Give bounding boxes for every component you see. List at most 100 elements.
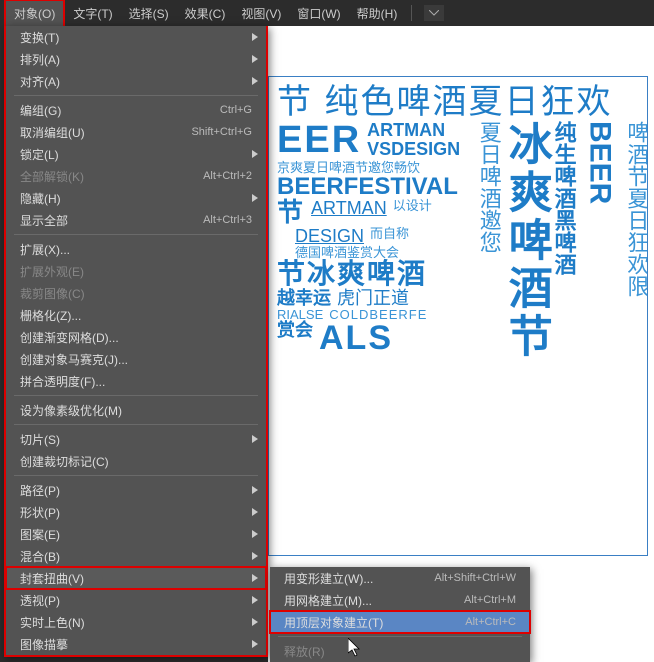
menu-item-label: 显示全部 [20,212,203,229]
menu-item-label: 扩展(X)... [20,241,252,258]
menu-item-label: 隐藏(H) [20,190,252,207]
object-menu-dropdown: 变换(T)排列(A)对齐(A)编组(G)Ctrl+G取消编组(U)Shift+C… [4,26,268,657]
menu-select[interactable]: 选择(S) [121,1,177,26]
menu-item-label: 设为像素级优化(M) [20,402,252,419]
menu-item-label: 路径(P) [20,482,252,499]
menu-item-label: 裁剪图像(C) [20,285,252,302]
menu-item-9[interactable]: 显示全部Alt+Ctrl+3 [6,209,266,231]
menu-item-label: 释放(R) [284,643,516,660]
menu-item-label: 用变形建立(W)... [284,570,434,587]
menu-item-4: 释放(R) [270,640,530,662]
menu-view[interactable]: 视图(V) [233,1,289,26]
menu-item-label: 扩展外观(E) [20,263,252,280]
menu-item-label: 取消编组(U) [20,124,191,141]
submenu-arrow-icon [252,593,258,607]
menu-item-31[interactable]: 图像描摹 [6,633,266,655]
submenu-arrow-icon [252,483,258,497]
menu-item-7: 全部解锁(K)Alt+Ctrl+2 [6,165,266,187]
menu-separator [14,475,258,476]
menu-item-label: 形状(P) [20,504,252,521]
menu-item-16[interactable]: 创建对象马赛克(J)... [6,348,266,370]
envelope-distort-submenu: 用变形建立(W)...Alt+Shift+Ctrl+W用网格建立(M)...Al… [270,567,530,662]
submenu-arrow-icon [252,432,258,446]
menu-item-label: 变换(T) [20,29,252,46]
menu-item-15[interactable]: 创建渐变网格(D)... [6,326,266,348]
artwork-selection[interactable]: 节 纯色啤酒夏日狂欢 EER ARTMAN VSDESIGN 京爽夏日啤酒节邀您… [268,76,648,556]
menubar-separator [411,5,412,21]
menu-item-label: 透视(P) [20,592,252,609]
menu-item-19[interactable]: 设为像素级优化(M) [6,399,266,421]
submenu-arrow-icon [252,191,258,205]
menu-window[interactable]: 窗口(W) [289,1,348,26]
menu-item-label: 图案(E) [20,526,252,543]
submenu-arrow-icon [252,571,258,585]
submenu-arrow-icon [252,637,258,651]
menu-item-26[interactable]: 图案(E) [6,523,266,545]
menu-item-label: 对齐(A) [20,73,252,90]
menu-object[interactable]: 对象(O) [4,0,65,28]
menu-shortcut: Alt+Shift+Ctrl+W [434,572,516,584]
menu-item-25[interactable]: 形状(P) [6,501,266,523]
menu-effect[interactable]: 效果(C) [177,1,234,26]
menu-separator [14,95,258,96]
menu-separator [14,234,258,235]
menu-separator [278,636,522,637]
menu-item-8[interactable]: 隐藏(H) [6,187,266,209]
menu-shortcut: Alt+Ctrl+2 [203,170,252,182]
menu-item-label: 图像描摹 [20,636,252,653]
menu-item-label: 实时上色(N) [20,614,252,631]
submenu-arrow-icon [252,30,258,44]
submenu-arrow-icon [252,74,258,88]
submenu-arrow-icon [252,549,258,563]
menu-item-label: 混合(B) [20,548,252,565]
menu-item-27[interactable]: 混合(B) [6,545,266,567]
menu-item-label: 创建对象马赛克(J)... [20,351,252,368]
menu-item-label: 用网格建立(M)... [284,592,464,609]
menu-item-29[interactable]: 透视(P) [6,589,266,611]
main-menubar: 对象(O) 文字(T) 选择(S) 效果(C) 视图(V) 窗口(W) 帮助(H… [0,0,654,26]
menu-item-24[interactable]: 路径(P) [6,479,266,501]
menu-shortcut: Alt+Ctrl+3 [203,214,252,226]
menu-item-4[interactable]: 编组(G)Ctrl+G [6,99,266,121]
menu-item-1[interactable]: 排列(A) [6,48,266,70]
menu-item-label: 编组(G) [20,102,220,119]
workspace-dropdown[interactable] [424,5,444,21]
menu-item-1[interactable]: 用网格建立(M)...Alt+Ctrl+M [270,589,530,611]
menu-item-label: 全部解锁(K) [20,168,203,185]
menu-item-12: 扩展外观(E) [6,260,266,282]
menu-item-22[interactable]: 创建裁切标记(C) [6,450,266,472]
menu-item-2[interactable]: 对齐(A) [6,70,266,92]
submenu-arrow-icon [252,147,258,161]
submenu-arrow-icon [252,52,258,66]
menu-item-label: 用顶层对象建立(T) [284,614,465,631]
menu-shortcut: Ctrl+G [220,104,252,116]
menu-shortcut: Alt+Ctrl+M [464,594,516,606]
menu-item-28[interactable]: 封套扭曲(V) [6,567,266,589]
menu-item-0[interactable]: 用变形建立(W)...Alt+Shift+Ctrl+W [270,567,530,589]
menu-item-5[interactable]: 取消编组(U)Shift+Ctrl+G [6,121,266,143]
menu-item-label: 排列(A) [20,51,252,68]
menu-item-label: 创建渐变网格(D)... [20,329,252,346]
menu-item-label: 切片(S) [20,431,252,448]
menu-shortcut: Alt+Ctrl+C [465,616,516,628]
menu-item-label: 创建裁切标记(C) [20,453,252,470]
submenu-arrow-icon [252,615,258,629]
menu-item-14[interactable]: 栅格化(Z)... [6,304,266,326]
menu-item-label: 栅格化(Z)... [20,307,252,324]
menu-item-6[interactable]: 锁定(L) [6,143,266,165]
submenu-arrow-icon [252,527,258,541]
menu-item-label: 锁定(L) [20,146,252,163]
menu-type[interactable]: 文字(T) [65,1,120,26]
menu-item-2[interactable]: 用顶层对象建立(T)Alt+Ctrl+C [270,611,530,633]
menu-shortcut: Shift+Ctrl+G [191,126,252,138]
text-artwork: 节 纯色啤酒夏日狂欢 EER ARTMAN VSDESIGN 京爽夏日啤酒节邀您… [269,77,647,555]
menu-item-0[interactable]: 变换(T) [6,26,266,48]
menu-help[interactable]: 帮助(H) [349,1,406,26]
menu-item-label: 封套扭曲(V) [20,570,252,587]
menu-separator [14,395,258,396]
menu-item-13: 裁剪图像(C) [6,282,266,304]
menu-item-30[interactable]: 实时上色(N) [6,611,266,633]
menu-item-11[interactable]: 扩展(X)... [6,238,266,260]
menu-item-21[interactable]: 切片(S) [6,428,266,450]
menu-item-17[interactable]: 拼合透明度(F)... [6,370,266,392]
